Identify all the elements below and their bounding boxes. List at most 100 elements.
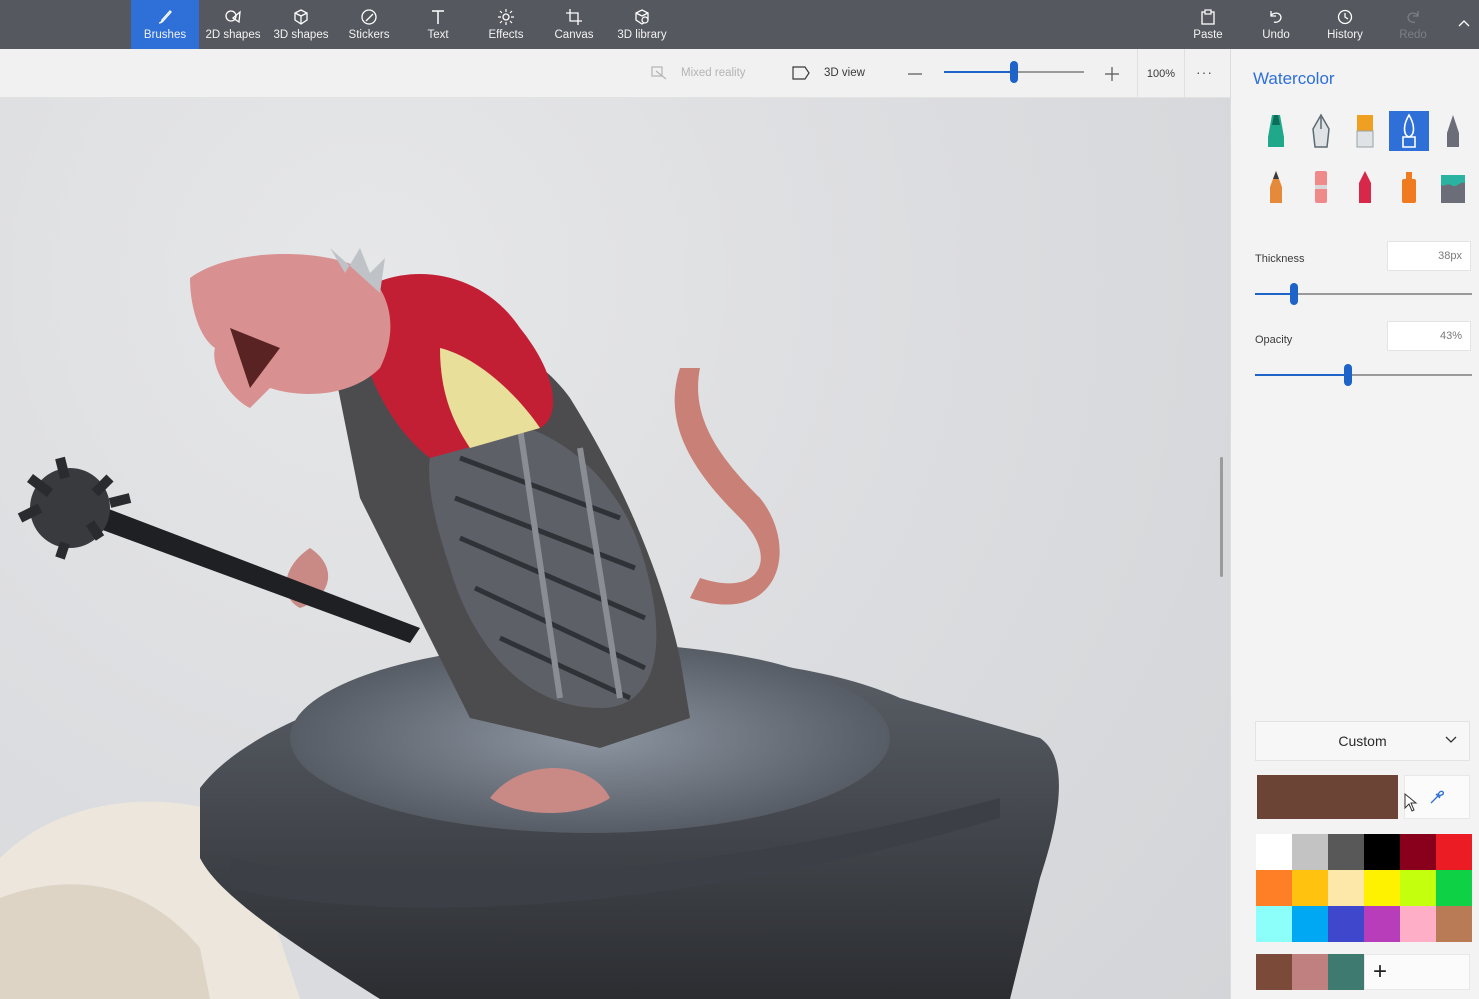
effects-icon <box>498 9 514 25</box>
mouse-cursor-icon <box>1404 793 1418 812</box>
custom-color-swatch[interactable] <box>1292 954 1328 990</box>
more-options-button[interactable]: ··· <box>1196 64 1218 82</box>
custom-color-swatch[interactable] <box>1328 954 1364 990</box>
calligraphy-pen-brush-button[interactable] <box>1301 111 1341 151</box>
palette-swatch[interactable] <box>1400 870 1436 906</box>
paste-button[interactable]: Paste <box>1175 0 1241 49</box>
canvas-toolbar <box>0 49 1230 98</box>
zoom-slider-thumb[interactable] <box>1010 61 1018 83</box>
opacity-slider-fill <box>1255 374 1349 376</box>
history-button[interactable]: History <box>1311 0 1379 49</box>
3d-view-icon <box>792 66 810 80</box>
add-color-icon: + <box>1373 958 1388 985</box>
tab-label: 3D library <box>617 29 667 41</box>
palette-swatch[interactable] <box>1328 834 1364 870</box>
marker-brush-button[interactable] <box>1256 111 1296 151</box>
3d-view-button[interactable]: 3D view <box>792 66 865 80</box>
zoom-slider-fill <box>944 71 1014 73</box>
eyedropper-icon <box>1430 790 1445 804</box>
tab-stickers[interactable]: Stickers <box>335 0 403 49</box>
top-ribbon: Brushes 2D shapes 3D shapes Stickers Tex… <box>0 0 1479 49</box>
spray-can-brush-button[interactable] <box>1389 167 1429 207</box>
palette-swatch[interactable] <box>1400 834 1436 870</box>
palette-swatch[interactable] <box>1364 906 1400 942</box>
palette-swatch[interactable] <box>1436 906 1472 942</box>
palette-swatch[interactable] <box>1364 870 1400 906</box>
canvas-area[interactable] <box>0 98 1230 999</box>
vertical-scroll-indicator[interactable] <box>1220 457 1223 577</box>
zoom-in-icon[interactable] <box>1104 66 1120 82</box>
fill-brush-button[interactable] <box>1433 167 1473 207</box>
action-label: Undo <box>1262 29 1290 41</box>
palette-swatch[interactable] <box>1436 870 1472 906</box>
tab-label: 3D shapes <box>273 29 329 41</box>
zoom-out-icon[interactable] <box>907 67 923 81</box>
tab-2d-shapes[interactable]: 2D shapes <box>199 0 267 49</box>
add-color-button[interactable]: + <box>1364 954 1470 990</box>
eraser-brush-button[interactable] <box>1301 167 1341 207</box>
tab-3d-shapes[interactable]: 3D shapes <box>267 0 335 49</box>
stickers-icon <box>361 9 377 25</box>
palette-dropdown-label: Custom <box>1338 733 1387 749</box>
crayon-brush-button[interactable] <box>1345 167 1385 207</box>
palette-swatch[interactable] <box>1328 870 1364 906</box>
undo-icon <box>1270 11 1282 23</box>
tab-effects[interactable]: Effects <box>472 0 540 49</box>
oil-brush-button[interactable] <box>1345 111 1385 151</box>
tab-text[interactable]: Text <box>404 0 472 49</box>
palette-swatch[interactable] <box>1256 834 1292 870</box>
eraser-icon <box>1315 171 1327 203</box>
watercolor-brush-button[interactable] <box>1389 111 1429 151</box>
palette-swatch[interactable] <box>1436 834 1472 870</box>
tab-brushes[interactable]: Brushes <box>131 0 199 49</box>
tab-label: Brushes <box>143 29 187 41</box>
palette-dropdown[interactable]: Custom <box>1255 721 1470 761</box>
3d-shapes-icon <box>294 9 308 25</box>
opacity-label: Opacity <box>1255 334 1293 346</box>
current-color-swatch[interactable] <box>1257 775 1398 819</box>
palette-swatch[interactable] <box>1292 870 1328 906</box>
palette-swatch[interactable] <box>1400 906 1436 942</box>
tab-canvas[interactable]: Canvas <box>540 0 608 49</box>
thickness-slider-thumb[interactable] <box>1290 283 1299 305</box>
palette-swatch[interactable] <box>1292 834 1328 870</box>
thickness-slider-fill <box>1255 293 1295 295</box>
palette-swatch[interactable] <box>1256 906 1292 942</box>
thickness-value-field[interactable]: 38px <box>1387 241 1471 271</box>
pixel-pen-icon <box>1447 115 1459 147</box>
chevron-down-icon <box>1445 736 1457 743</box>
opacity-value-field[interactable]: 43% <box>1387 321 1471 351</box>
palette-swatch[interactable] <box>1292 906 1328 942</box>
pencil-icon <box>1270 171 1282 203</box>
palette-swatch[interactable] <box>1364 834 1400 870</box>
canvas-image <box>0 248 1059 999</box>
mixed-reality-button[interactable]: Mixed reality <box>651 66 746 80</box>
undo-button[interactable]: Undo <box>1243 0 1309 49</box>
redo-icon <box>1407 11 1419 23</box>
oil-brush-icon <box>1356 115 1374 148</box>
collapse-ribbon-icon[interactable] <box>1457 16 1471 30</box>
tab-label: Canvas <box>554 29 594 41</box>
opacity-slider-track[interactable] <box>1255 374 1472 376</box>
fill-bucket-icon <box>1441 175 1465 203</box>
custom-color-swatch[interactable] <box>1256 954 1292 990</box>
tab-3d-library[interactable]: 3D library <box>608 0 676 49</box>
thickness-slider-track[interactable] <box>1255 293 1472 295</box>
pixel-pen-brush-button[interactable] <box>1433 111 1473 151</box>
crayon-icon <box>1359 171 1371 203</box>
tab-label: Text <box>427 29 449 41</box>
brush-panel: Watercolor Thickness 38px Opacity 43% Cu… <box>1230 49 1479 999</box>
marker-icon <box>1268 115 1284 147</box>
action-label: Redo <box>1399 29 1427 41</box>
watercolor-icon <box>1402 113 1416 148</box>
redo-button[interactable]: Redo <box>1380 0 1446 49</box>
zoom-percent[interactable]: 100% <box>1137 49 1185 98</box>
2d-shapes-icon <box>225 10 241 24</box>
palette-swatch[interactable] <box>1256 870 1292 906</box>
palette-swatch[interactable] <box>1328 906 1364 942</box>
pencil-brush-button[interactable] <box>1256 167 1296 207</box>
opacity-slider-thumb[interactable] <box>1344 364 1353 386</box>
brush-icon <box>158 10 172 24</box>
thickness-label: Thickness <box>1255 253 1305 265</box>
panel-title: Watercolor <box>1253 69 1335 88</box>
